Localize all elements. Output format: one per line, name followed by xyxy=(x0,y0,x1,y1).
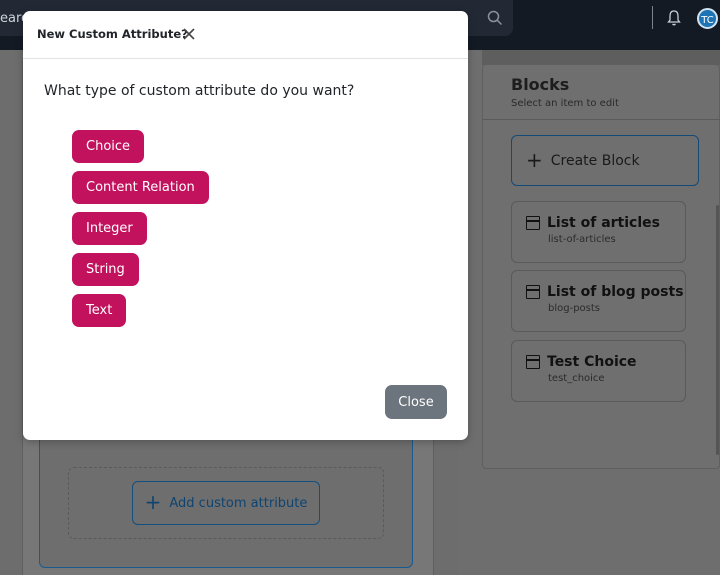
option-text-button[interactable]: Text xyxy=(72,294,127,327)
custom-attribute-modal: New Custom Attribute? What type of custo… xyxy=(23,11,468,440)
option-integer-button[interactable]: Integer xyxy=(72,212,147,245)
block-item[interactable]: Test Choice test_choice xyxy=(511,340,686,402)
block-icon xyxy=(526,216,540,230)
search-icon[interactable] xyxy=(487,10,503,26)
close-icon[interactable] xyxy=(182,27,196,41)
modal-question: What type of custom attribute do you wan… xyxy=(44,83,355,99)
block-item-title: Test Choice xyxy=(547,354,637,370)
block-icon xyxy=(526,285,540,299)
bell-icon[interactable] xyxy=(666,9,682,27)
blocks-scrollbar[interactable] xyxy=(716,205,719,455)
blocks-header-strip xyxy=(482,50,720,65)
avatar[interactable]: TC xyxy=(697,8,718,29)
blocks-subtitle: Select an item to edit xyxy=(511,98,619,109)
option-choice-button[interactable]: Choice xyxy=(72,130,145,163)
add-custom-attribute-label: Add custom attribute xyxy=(169,495,308,511)
blocks-panel xyxy=(482,64,720,469)
block-item[interactable]: List of articles list-of-articles xyxy=(511,201,686,263)
block-item-slug: test_choice xyxy=(548,373,605,384)
blocks-title: Blocks xyxy=(511,75,570,94)
modal-header: New Custom Attribute? xyxy=(23,11,468,59)
create-block-label: Create Block xyxy=(550,152,640,169)
plus-icon: + xyxy=(526,147,543,172)
option-content-relation-button[interactable]: Content Relation xyxy=(72,171,209,204)
option-string-button[interactable]: String xyxy=(72,253,139,286)
topbar-divider xyxy=(652,6,653,29)
block-icon xyxy=(526,355,540,369)
block-item-slug: list-of-articles xyxy=(548,234,616,245)
add-custom-attribute-button[interactable]: + Add custom attribute xyxy=(132,481,320,525)
block-item-slug: blog-posts xyxy=(548,303,601,314)
modal-title: New Custom Attribute? xyxy=(37,27,188,41)
block-item-title: List of blog posts xyxy=(547,284,684,300)
blocks-divider xyxy=(483,119,720,120)
close-button[interactable]: Close xyxy=(385,385,447,419)
plus-icon: + xyxy=(144,490,162,514)
block-item[interactable]: List of blog posts blog-posts xyxy=(511,270,686,332)
block-item-title: List of articles xyxy=(547,215,660,231)
create-block-button[interactable]: + Create Block xyxy=(511,135,699,186)
